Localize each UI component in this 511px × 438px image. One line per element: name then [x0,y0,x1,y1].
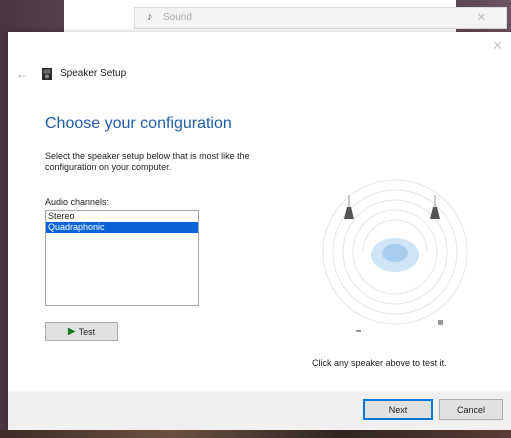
sound-window-close-icon[interactable]: ✕ [477,11,486,24]
rear-right-speaker-icon[interactable] [435,320,447,332]
back-arrow-icon[interactable]: ← [16,67,28,81]
page-heading: Choose your configuration [45,115,232,132]
listener-highlight [371,238,419,272]
audio-channels-listbox[interactable]: Stereo Quadraphonic [45,210,199,306]
rear-left-speaker-icon[interactable] [356,330,367,332]
speaker-setup-icon [42,68,52,80]
instruction-text: Select the speaker setup below that is m… [45,151,250,172]
speaker-setup-dialog: ✕ ← Speaker Setup Choose your configurat… [8,32,511,430]
sound-window-titlebar: ♪ Sound ✕ [134,7,507,29]
test-button[interactable]: ▶ Test [45,322,118,341]
test-button-label: Test [78,326,96,337]
dialog-footer: Next Cancel [8,391,511,430]
speaker-test-hint: Click any speaker above to test it. [312,358,447,368]
next-button[interactable]: Next [363,399,433,420]
cancel-button[interactable]: Cancel [439,399,503,420]
close-icon[interactable]: ✕ [492,38,503,54]
speaker-diagram [322,179,468,332]
sound-icon: ♪ [147,11,153,23]
sound-window-title: Sound [163,12,192,23]
taskbar [0,430,511,438]
dialog-title: Speaker Setup [60,68,127,79]
audio-channels-label: Audio channels: [45,197,110,207]
sound-window: ♪ Sound ✕ [64,0,507,33]
channel-option-stereo[interactable]: Stereo [46,211,198,222]
channel-option-quadraphonic[interactable]: Quadraphonic [46,222,198,233]
front-right-speaker-icon[interactable] [430,195,440,219]
play-icon: ▶ [67,326,76,337]
